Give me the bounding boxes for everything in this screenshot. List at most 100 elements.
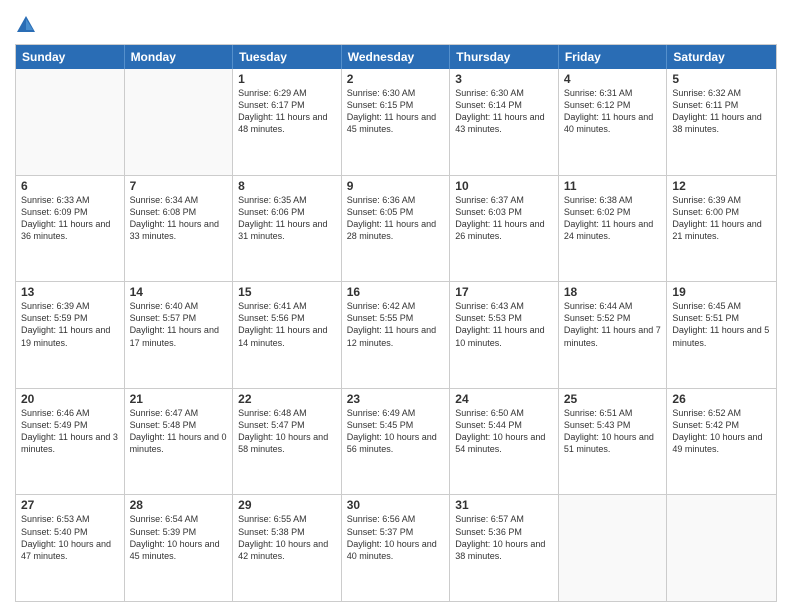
cell-content: Sunrise: 6:44 AM Sunset: 5:52 PM Dayligh… — [564, 300, 662, 349]
day-number: 29 — [238, 498, 336, 512]
day-number: 7 — [130, 179, 228, 193]
calendar-cell: 20Sunrise: 6:46 AM Sunset: 5:49 PM Dayli… — [16, 389, 125, 495]
cell-content: Sunrise: 6:31 AM Sunset: 6:12 PM Dayligh… — [564, 87, 662, 136]
day-number: 11 — [564, 179, 662, 193]
cell-content: Sunrise: 6:56 AM Sunset: 5:37 PM Dayligh… — [347, 513, 445, 562]
calendar-cell: 25Sunrise: 6:51 AM Sunset: 5:43 PM Dayli… — [559, 389, 668, 495]
day-number: 9 — [347, 179, 445, 193]
calendar-row-2: 13Sunrise: 6:39 AM Sunset: 5:59 PM Dayli… — [16, 281, 776, 388]
day-number: 23 — [347, 392, 445, 406]
calendar-row-4: 27Sunrise: 6:53 AM Sunset: 5:40 PM Dayli… — [16, 494, 776, 601]
calendar-cell: 2Sunrise: 6:30 AM Sunset: 6:15 PM Daylig… — [342, 69, 451, 175]
calendar-cell: 10Sunrise: 6:37 AM Sunset: 6:03 PM Dayli… — [450, 176, 559, 282]
day-number: 16 — [347, 285, 445, 299]
calendar-cell: 16Sunrise: 6:42 AM Sunset: 5:55 PM Dayli… — [342, 282, 451, 388]
calendar-cell: 9Sunrise: 6:36 AM Sunset: 6:05 PM Daylig… — [342, 176, 451, 282]
cell-content: Sunrise: 6:52 AM Sunset: 5:42 PM Dayligh… — [672, 407, 771, 456]
day-header-friday: Friday — [559, 45, 668, 69]
day-header-tuesday: Tuesday — [233, 45, 342, 69]
calendar-cell: 31Sunrise: 6:57 AM Sunset: 5:36 PM Dayli… — [450, 495, 559, 601]
day-number: 26 — [672, 392, 771, 406]
calendar-cell: 6Sunrise: 6:33 AM Sunset: 6:09 PM Daylig… — [16, 176, 125, 282]
calendar-cell: 24Sunrise: 6:50 AM Sunset: 5:44 PM Dayli… — [450, 389, 559, 495]
calendar-cell: 13Sunrise: 6:39 AM Sunset: 5:59 PM Dayli… — [16, 282, 125, 388]
calendar-row-3: 20Sunrise: 6:46 AM Sunset: 5:49 PM Dayli… — [16, 388, 776, 495]
day-number: 2 — [347, 72, 445, 86]
cell-content: Sunrise: 6:41 AM Sunset: 5:56 PM Dayligh… — [238, 300, 336, 349]
day-number: 5 — [672, 72, 771, 86]
day-number: 25 — [564, 392, 662, 406]
cell-content: Sunrise: 6:33 AM Sunset: 6:09 PM Dayligh… — [21, 194, 119, 243]
calendar-cell: 18Sunrise: 6:44 AM Sunset: 5:52 PM Dayli… — [559, 282, 668, 388]
day-number: 27 — [21, 498, 119, 512]
day-header-sunday: Sunday — [16, 45, 125, 69]
day-number: 13 — [21, 285, 119, 299]
day-number: 20 — [21, 392, 119, 406]
day-number: 18 — [564, 285, 662, 299]
calendar-cell: 22Sunrise: 6:48 AM Sunset: 5:47 PM Dayli… — [233, 389, 342, 495]
calendar-cell: 14Sunrise: 6:40 AM Sunset: 5:57 PM Dayli… — [125, 282, 234, 388]
calendar-cell — [667, 495, 776, 601]
day-number: 24 — [455, 392, 553, 406]
calendar-cell: 26Sunrise: 6:52 AM Sunset: 5:42 PM Dayli… — [667, 389, 776, 495]
day-number: 6 — [21, 179, 119, 193]
day-number: 30 — [347, 498, 445, 512]
cell-content: Sunrise: 6:29 AM Sunset: 6:17 PM Dayligh… — [238, 87, 336, 136]
calendar-cell: 3Sunrise: 6:30 AM Sunset: 6:14 PM Daylig… — [450, 69, 559, 175]
cell-content: Sunrise: 6:36 AM Sunset: 6:05 PM Dayligh… — [347, 194, 445, 243]
cell-content: Sunrise: 6:43 AM Sunset: 5:53 PM Dayligh… — [455, 300, 553, 349]
calendar: SundayMondayTuesdayWednesdayThursdayFrid… — [15, 44, 777, 602]
day-number: 19 — [672, 285, 771, 299]
day-number: 14 — [130, 285, 228, 299]
calendar-cell: 28Sunrise: 6:54 AM Sunset: 5:39 PM Dayli… — [125, 495, 234, 601]
cell-content: Sunrise: 6:51 AM Sunset: 5:43 PM Dayligh… — [564, 407, 662, 456]
cell-content: Sunrise: 6:37 AM Sunset: 6:03 PM Dayligh… — [455, 194, 553, 243]
calendar-cell: 8Sunrise: 6:35 AM Sunset: 6:06 PM Daylig… — [233, 176, 342, 282]
calendar-cell: 11Sunrise: 6:38 AM Sunset: 6:02 PM Dayli… — [559, 176, 668, 282]
cell-content: Sunrise: 6:53 AM Sunset: 5:40 PM Dayligh… — [21, 513, 119, 562]
day-number: 12 — [672, 179, 771, 193]
calendar-cell: 1Sunrise: 6:29 AM Sunset: 6:17 PM Daylig… — [233, 69, 342, 175]
cell-content: Sunrise: 6:32 AM Sunset: 6:11 PM Dayligh… — [672, 87, 771, 136]
logo-icon — [15, 14, 37, 36]
cell-content: Sunrise: 6:54 AM Sunset: 5:39 PM Dayligh… — [130, 513, 228, 562]
cell-content: Sunrise: 6:55 AM Sunset: 5:38 PM Dayligh… — [238, 513, 336, 562]
cell-content: Sunrise: 6:48 AM Sunset: 5:47 PM Dayligh… — [238, 407, 336, 456]
calendar-cell: 15Sunrise: 6:41 AM Sunset: 5:56 PM Dayli… — [233, 282, 342, 388]
day-header-thursday: Thursday — [450, 45, 559, 69]
cell-content: Sunrise: 6:45 AM Sunset: 5:51 PM Dayligh… — [672, 300, 771, 349]
calendar-cell: 17Sunrise: 6:43 AM Sunset: 5:53 PM Dayli… — [450, 282, 559, 388]
day-number: 1 — [238, 72, 336, 86]
day-number: 17 — [455, 285, 553, 299]
day-number: 8 — [238, 179, 336, 193]
calendar-cell: 12Sunrise: 6:39 AM Sunset: 6:00 PM Dayli… — [667, 176, 776, 282]
page: SundayMondayTuesdayWednesdayThursdayFrid… — [0, 0, 792, 612]
cell-content: Sunrise: 6:34 AM Sunset: 6:08 PM Dayligh… — [130, 194, 228, 243]
calendar-row-0: 1Sunrise: 6:29 AM Sunset: 6:17 PM Daylig… — [16, 69, 776, 175]
cell-content: Sunrise: 6:57 AM Sunset: 5:36 PM Dayligh… — [455, 513, 553, 562]
cell-content: Sunrise: 6:39 AM Sunset: 6:00 PM Dayligh… — [672, 194, 771, 243]
day-number: 4 — [564, 72, 662, 86]
calendar-cell: 4Sunrise: 6:31 AM Sunset: 6:12 PM Daylig… — [559, 69, 668, 175]
calendar-cell: 29Sunrise: 6:55 AM Sunset: 5:38 PM Dayli… — [233, 495, 342, 601]
calendar-cell: 23Sunrise: 6:49 AM Sunset: 5:45 PM Dayli… — [342, 389, 451, 495]
cell-content: Sunrise: 6:42 AM Sunset: 5:55 PM Dayligh… — [347, 300, 445, 349]
calendar-cell: 19Sunrise: 6:45 AM Sunset: 5:51 PM Dayli… — [667, 282, 776, 388]
cell-content: Sunrise: 6:30 AM Sunset: 6:15 PM Dayligh… — [347, 87, 445, 136]
day-number: 28 — [130, 498, 228, 512]
day-number: 22 — [238, 392, 336, 406]
calendar-cell: 5Sunrise: 6:32 AM Sunset: 6:11 PM Daylig… — [667, 69, 776, 175]
cell-content: Sunrise: 6:50 AM Sunset: 5:44 PM Dayligh… — [455, 407, 553, 456]
calendar-cell: 27Sunrise: 6:53 AM Sunset: 5:40 PM Dayli… — [16, 495, 125, 601]
cell-content: Sunrise: 6:35 AM Sunset: 6:06 PM Dayligh… — [238, 194, 336, 243]
cell-content: Sunrise: 6:49 AM Sunset: 5:45 PM Dayligh… — [347, 407, 445, 456]
calendar-body: 1Sunrise: 6:29 AM Sunset: 6:17 PM Daylig… — [16, 69, 776, 601]
logo — [15, 14, 41, 36]
cell-content: Sunrise: 6:40 AM Sunset: 5:57 PM Dayligh… — [130, 300, 228, 349]
calendar-cell: 30Sunrise: 6:56 AM Sunset: 5:37 PM Dayli… — [342, 495, 451, 601]
day-number: 21 — [130, 392, 228, 406]
calendar-cell: 21Sunrise: 6:47 AM Sunset: 5:48 PM Dayli… — [125, 389, 234, 495]
cell-content: Sunrise: 6:46 AM Sunset: 5:49 PM Dayligh… — [21, 407, 119, 456]
day-header-monday: Monday — [125, 45, 234, 69]
calendar-cell: 7Sunrise: 6:34 AM Sunset: 6:08 PM Daylig… — [125, 176, 234, 282]
